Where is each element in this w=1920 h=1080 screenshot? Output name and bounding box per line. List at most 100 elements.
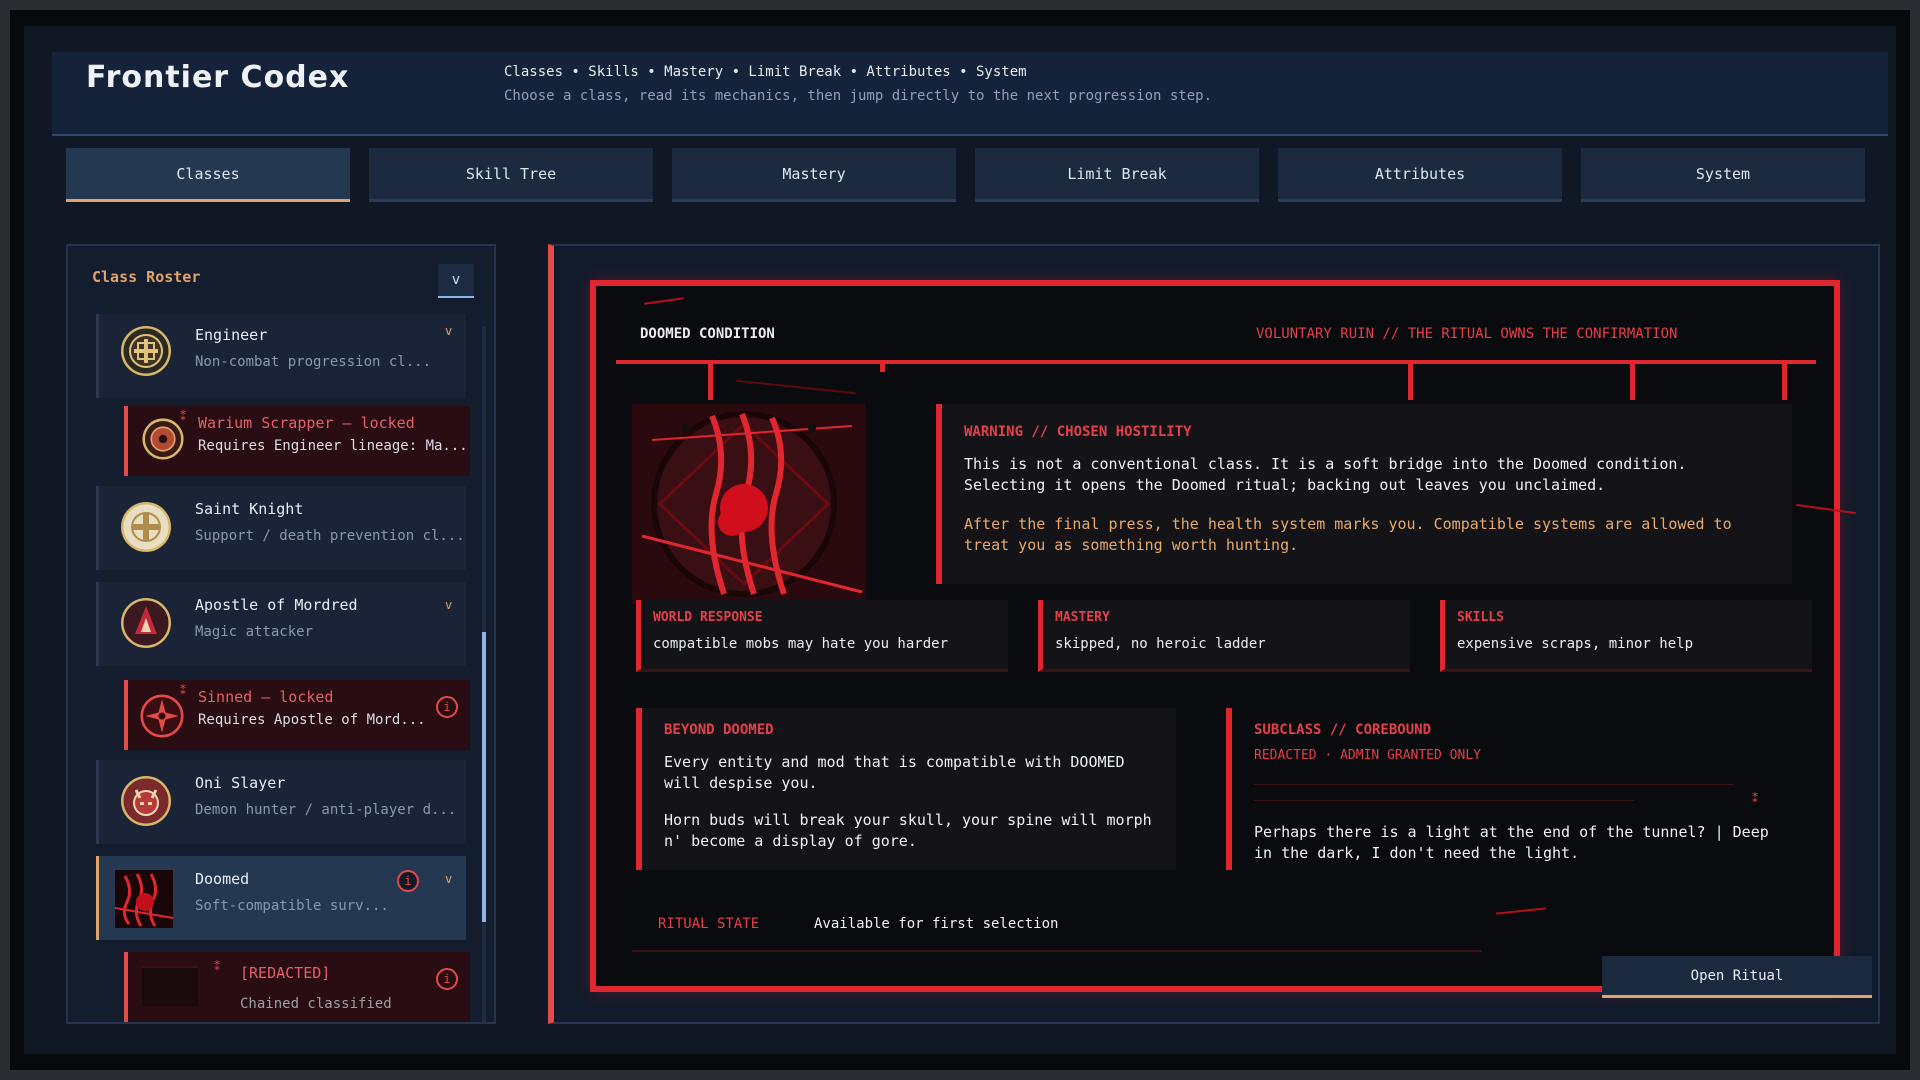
divider-tick	[708, 362, 713, 400]
holy-cross-icon	[121, 502, 171, 552]
doomed-tagline: VOLUNTARY RUIN // THE RITUAL OWNS THE CO…	[1256, 326, 1678, 342]
panel-text: Every entity and mod that is compatible …	[664, 753, 1125, 792]
tab-system[interactable]: System	[1581, 148, 1865, 202]
info-icon[interactable]: i	[397, 870, 419, 892]
ritual-state-label: RITUAL STATE	[658, 916, 760, 932]
card-value: compatible mobs may hate you harder	[653, 636, 949, 652]
warning-block: WARNING // CHOSEN HOSTILITY This is not …	[936, 404, 1792, 584]
tab-attributes[interactable]: Attributes	[1278, 148, 1562, 202]
card-value: skipped, no heroic ladder	[1055, 636, 1266, 652]
crosshair-sigil-icon	[140, 694, 184, 738]
tab-classes[interactable]: Classes	[66, 148, 350, 202]
doomed-condition-frame: DOOMED CONDITION VOLUNTARY RUIN // THE R…	[590, 280, 1872, 998]
lock-icon: ⁑	[180, 410, 186, 424]
redacted-icon	[142, 966, 198, 1006]
window-frame: Frontier Codex Classes • Skills • Master…	[10, 10, 1910, 1070]
tab-skill-tree[interactable]: Skill Tree	[369, 148, 653, 202]
tab-mastery[interactable]: Mastery	[672, 148, 956, 202]
card-heading: WORLD RESPONSE	[653, 610, 763, 625]
card-value: expensive scraps, minor help	[1457, 636, 1694, 652]
tab-limit-break[interactable]: Limit Break	[975, 148, 1259, 202]
app-window: Frontier Codex Classes • Skills • Master…	[24, 26, 1896, 1054]
ritual-state-value: Available for first selection	[814, 916, 1059, 932]
class-item-sinned[interactable]: ⁑ Sinned — locked Requires Apostle of Mo…	[124, 680, 470, 750]
subclass-text: Perhaps there is a light at the end of t…	[1254, 823, 1769, 862]
skills-card: SKILLS expensive scraps, minor help	[1440, 600, 1812, 672]
roster-scrollbar-thumb[interactable]	[482, 632, 486, 922]
panel-heading: BEYOND DOOMED	[664, 722, 774, 738]
class-item-desc: Chained classified	[240, 996, 392, 1012]
divider-tick	[1782, 362, 1787, 400]
flame-crest-icon	[121, 598, 171, 648]
class-item-doomed[interactable]: Doomed Soft-compatible surv... i v	[96, 856, 466, 940]
class-item-desc: Requires Apostle of Mord...	[198, 712, 426, 728]
chevron-down-icon[interactable]: v	[445, 598, 452, 612]
class-item-name: Doomed	[195, 870, 250, 888]
doomed-glitch-icon	[115, 870, 173, 928]
class-item-desc: Soft-compatible surv...	[195, 898, 389, 914]
class-item-warium-scrapper[interactable]: ⁑ Warium Scrapper — locked Requires Engi…	[124, 406, 470, 476]
class-item-desc: Requires Engineer lineage: Ma...	[198, 438, 468, 454]
divider	[1254, 800, 1634, 801]
class-item-name: Saint Knight	[195, 500, 304, 518]
panel-heading: SUBCLASS // COREBOUND	[1254, 722, 1432, 738]
class-item-name: Sinned — locked	[198, 688, 334, 706]
page-title: Frontier Codex	[86, 60, 350, 95]
class-item-desc: Magic attacker	[195, 624, 314, 640]
world-response-card: WORLD RESPONSE compatible mobs may hate …	[636, 600, 1008, 672]
subclass-status: REDACTED · ADMIN GRANTED ONLY	[1254, 748, 1481, 763]
class-item-desc: Demon hunter / anti-player d...	[195, 802, 457, 818]
lock-icon: ⁑	[180, 684, 186, 698]
glitch-line	[736, 379, 856, 395]
warning-consequence-text: After the final press, the health system…	[964, 515, 1732, 554]
header: Frontier Codex Classes • Skills • Master…	[52, 52, 1888, 136]
roster-collapse-button[interactable]: v	[438, 264, 474, 298]
class-item-name: [REDACTED]	[240, 964, 331, 982]
open-ritual-button[interactable]: Open Ritual	[1602, 956, 1872, 998]
divider	[616, 360, 1816, 364]
class-item-name: Warium Scrapper — locked	[198, 414, 415, 432]
class-item-desc: Support / death prevention cl...	[195, 528, 465, 544]
card-heading: MASTERY	[1055, 610, 1110, 625]
warning-heading: WARNING // CHOSEN HOSTILITY	[964, 424, 1192, 440]
mastery-card: MASTERY skipped, no heroic ladder	[1038, 600, 1410, 672]
scrap-gear-icon	[142, 418, 184, 460]
glitch-line	[1796, 503, 1856, 515]
class-item-saint-knight[interactable]: Saint Knight Support / death prevention …	[96, 486, 466, 570]
chevron-down-icon[interactable]: v	[445, 872, 452, 886]
class-item-name: Oni Slayer	[195, 774, 286, 792]
breadcrumb: Classes • Skills • Mastery • Limit Break…	[504, 64, 1027, 80]
divider-tick	[1630, 362, 1635, 400]
gear-crest-icon	[121, 326, 171, 376]
lock-icon: ⁑	[214, 960, 220, 974]
info-icon[interactable]: i	[436, 968, 458, 990]
warning-text: This is not a conventional class. It is …	[964, 455, 1687, 494]
class-item-apostle-of-mordred[interactable]: Apostle of Mordred Magic attacker v	[96, 582, 466, 666]
glitch-line	[1496, 907, 1546, 915]
info-icon[interactable]: i	[436, 696, 458, 718]
glitch-line	[644, 297, 684, 305]
page-subtitle: Choose a class, read its mechanics, then…	[504, 88, 1213, 104]
roster-title: Class Roster	[92, 268, 201, 286]
subclass-panel: SUBCLASS // COREBOUND REDACTED · ADMIN G…	[1226, 708, 1786, 870]
beyond-doomed-panel: BEYOND DOOMED Every entity and mod that …	[636, 708, 1176, 870]
card-heading: SKILLS	[1457, 610, 1504, 625]
chevron-down-icon[interactable]: v	[445, 324, 452, 338]
lock-icon: ⁑	[1752, 792, 1758, 806]
ritual-state-row: RITUAL STATE Available for first selecti…	[632, 898, 1482, 952]
divider-tick	[1408, 362, 1413, 400]
class-item-desc: Non-combat progression cl...	[195, 354, 432, 370]
class-detail-panel: DOOMED CONDITION VOLUNTARY RUIN // THE R…	[548, 244, 1880, 1024]
divider	[1254, 784, 1734, 785]
class-item-oni-slayer[interactable]: Oni Slayer Demon hunter / anti-player d.…	[96, 760, 466, 844]
class-roster-panel: Class Roster v Engineer Non-combat progr…	[66, 244, 496, 1024]
class-item-engineer[interactable]: Engineer Non-combat progression cl... v	[96, 314, 466, 398]
oni-mask-icon	[121, 776, 171, 826]
doomed-title: DOOMED CONDITION	[640, 326, 775, 342]
divider-tick	[880, 362, 885, 372]
class-item-name: Engineer	[195, 326, 268, 344]
class-item-name: Apostle of Mordred	[195, 596, 358, 614]
class-item-redacted[interactable]: ⁑ [REDACTED] Chained classified i	[124, 952, 470, 1022]
panel-text: Horn buds will break your skull, your sp…	[664, 811, 1152, 850]
doomed-sigil-icon	[632, 404, 866, 604]
